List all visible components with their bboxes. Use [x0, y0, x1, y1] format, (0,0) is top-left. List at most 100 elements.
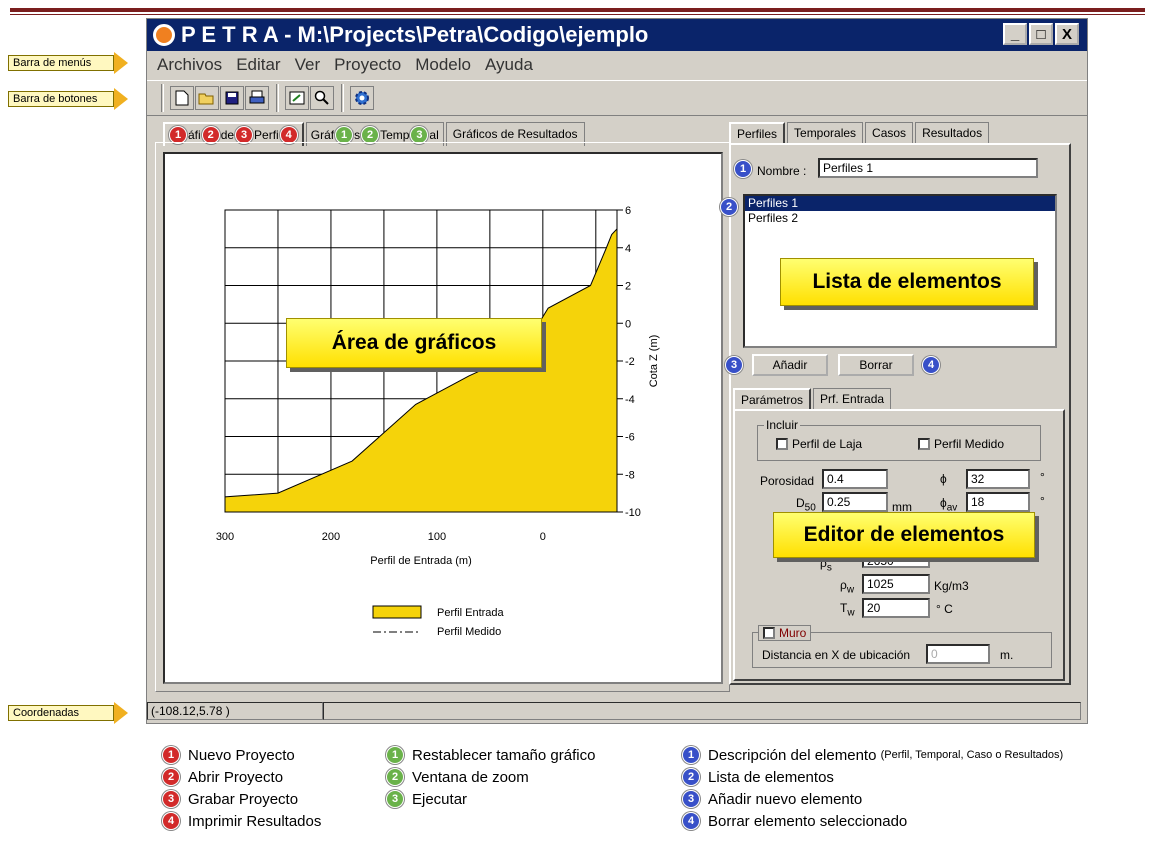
nombre-input[interactable]: Perfiles 1	[818, 158, 1038, 178]
tab-text: de	[220, 128, 235, 142]
legend-item: 2 Lista de elementos	[682, 766, 1063, 788]
phi-label: ϕ	[940, 472, 947, 486]
tab-text: Temp	[380, 127, 410, 142]
x-tick-label: 200	[322, 531, 340, 543]
reset-size-icon[interactable]	[285, 86, 309, 110]
tab-casos[interactable]: Casos	[865, 122, 914, 144]
legend-item: 2 Abrir Proyecto	[162, 766, 321, 788]
tab-text: áfi	[188, 128, 201, 142]
menu-ver[interactable]: Ver	[295, 55, 321, 75]
perfil-laja-checkbox[interactable]: Perfil de Laja	[776, 437, 862, 451]
phi-unit: °	[1040, 470, 1045, 484]
legend-red: 1 Nuevo Proyecto 2 Abrir Proyecto 3 Grabar …	[162, 744, 321, 832]
add-button[interactable]: Añadir	[752, 354, 828, 376]
tab-perfiles[interactable]: Perfiles	[729, 122, 786, 144]
tab-resultados[interactable]: Resultados	[915, 122, 990, 144]
menu-ayuda[interactable]: Ayuda	[485, 55, 533, 75]
profile-chart: 6 4 2 0 -2 -4 -6 -8 -10 300 200 100 0 Perfil de Entra…	[216, 205, 660, 638]
legend-label: Borrar elemento seleccionado	[708, 812, 908, 830]
toolbar-grip	[161, 84, 164, 112]
perfil-medido-label: Perfil Medido	[934, 437, 1005, 451]
print-icon[interactable]	[245, 86, 269, 110]
perfil-medido-checkbox[interactable]: Perfil Medido	[918, 437, 1004, 451]
distancia-label: Distancia en X de ubicación	[762, 648, 911, 662]
legend-item: 4 Borrar elemento seleccionado	[682, 810, 1063, 832]
rhow-input[interactable]: 1025	[862, 574, 930, 594]
graph-area[interactable]: 6 4 2 0 -2 -4 -6 -8 -10 300 200 100 0 Perfil de Entra…	[163, 152, 723, 684]
toolbar-annotation: Barra de botones	[8, 88, 128, 110]
tw-label: Tw	[840, 601, 855, 618]
rhos-sub: s	[826, 562, 832, 574]
maximize-button[interactable]: □	[1029, 23, 1053, 45]
y-tick-label: -6	[625, 432, 635, 444]
phi-input[interactable]: 32	[966, 469, 1030, 489]
close-button[interactable]: X	[1055, 23, 1079, 45]
distancia-input[interactable]: 0	[926, 644, 990, 664]
minimize-button[interactable]: _	[1003, 23, 1027, 45]
y-tick-label: -10	[625, 507, 641, 519]
run-icon[interactable]	[350, 86, 374, 110]
zoom-icon[interactable]	[310, 86, 334, 110]
legend-label-medido: Perfil Medido	[437, 626, 501, 638]
muro-label: Muro	[779, 626, 807, 640]
open-folder-icon[interactable]	[195, 86, 219, 110]
tab-prf-entrada[interactable]: Prf. Entrada	[813, 388, 892, 410]
x-tick-label: 0	[540, 531, 546, 543]
list-item[interactable]: Perfiles 1	[745, 196, 1055, 211]
y-tick-label: -8	[625, 469, 635, 481]
legend-item: 3 Añadir nuevo elemento	[682, 788, 1063, 810]
arrow-icon	[114, 52, 128, 74]
legend-label: Restablecer tamaño gráfico	[412, 746, 596, 764]
badge-icon: 4	[682, 812, 700, 830]
legend-label: Añadir nuevo elemento	[708, 790, 863, 808]
y-tick-label: 6	[625, 205, 631, 217]
menu-bar: Archivos Editar Ver Proyecto Modelo Ayud…	[147, 52, 1087, 78]
legend-label: Descripción del elemento	[708, 746, 877, 764]
title-bar[interactable]: P E T R A - M:\Projects\Petra\Codigo\eje…	[147, 19, 1087, 51]
x-axis-label: Perfil de Entrada (m)	[370, 555, 471, 567]
menu-archivos[interactable]: Archivos	[157, 55, 222, 75]
rhos-symbol: ρ	[820, 556, 827, 570]
tab-text: al	[429, 127, 439, 142]
legend-label: Ejecutar	[412, 790, 468, 808]
menu-proyecto[interactable]: Proyecto	[334, 55, 401, 75]
menu-modelo[interactable]: Modelo	[415, 55, 471, 75]
tw-unit: ° C	[936, 602, 953, 616]
status-bar: (-108.12,5.78 )	[147, 700, 1087, 722]
badge-restablecer: 1	[335, 125, 354, 144]
d50-input[interactable]: 0.25	[822, 492, 888, 512]
porosidad-input[interactable]: 0.4	[822, 469, 888, 489]
badge-icon: 1	[386, 746, 404, 764]
element-list-annotation: Lista de elementos	[780, 258, 1034, 306]
y-axis-label: Cota Z (m)	[648, 335, 660, 388]
muro-checkbox[interactable]: Muro	[758, 625, 812, 641]
area-perfil-entrada	[224, 227, 618, 513]
tab-temporales[interactable]: Temporales	[787, 122, 864, 144]
legend-label: Abrir Proyecto	[188, 768, 284, 786]
delete-button[interactable]: Borrar	[838, 354, 914, 376]
save-icon[interactable]	[220, 86, 244, 110]
toolbar	[147, 80, 1087, 116]
tab-parametros[interactable]: Parámetros	[733, 388, 812, 410]
menu-editar[interactable]: Editar	[236, 55, 280, 75]
toolbar-separator	[276, 84, 279, 112]
toolbar-separator	[341, 84, 344, 112]
badge-icon: 3	[162, 790, 180, 808]
petra-logo-icon	[153, 24, 175, 46]
legend-item: 1 Restablecer tamaño gráfico	[386, 744, 595, 766]
legend-item: 1 Nuevo Proyecto	[162, 744, 321, 766]
badge-icon: 2	[386, 768, 404, 786]
legend-label: Ventana de zoom	[412, 768, 529, 786]
legend-label: Nuevo Proyecto	[188, 746, 295, 764]
new-file-icon[interactable]	[170, 86, 194, 110]
badge-icon: 2	[682, 768, 700, 786]
badge-icon: 3	[682, 790, 700, 808]
badge-icon: 4	[162, 812, 180, 830]
list-item[interactable]: Perfiles 2	[745, 211, 1055, 226]
phiav-input[interactable]: 18	[966, 492, 1030, 512]
y-tick-label: 2	[625, 281, 631, 293]
badge-descripcion: 1	[734, 160, 752, 178]
tw-input[interactable]: 20	[862, 598, 930, 618]
legend-label-entrada: Perfil Entrada	[437, 607, 505, 619]
tab-text: s	[354, 127, 361, 142]
